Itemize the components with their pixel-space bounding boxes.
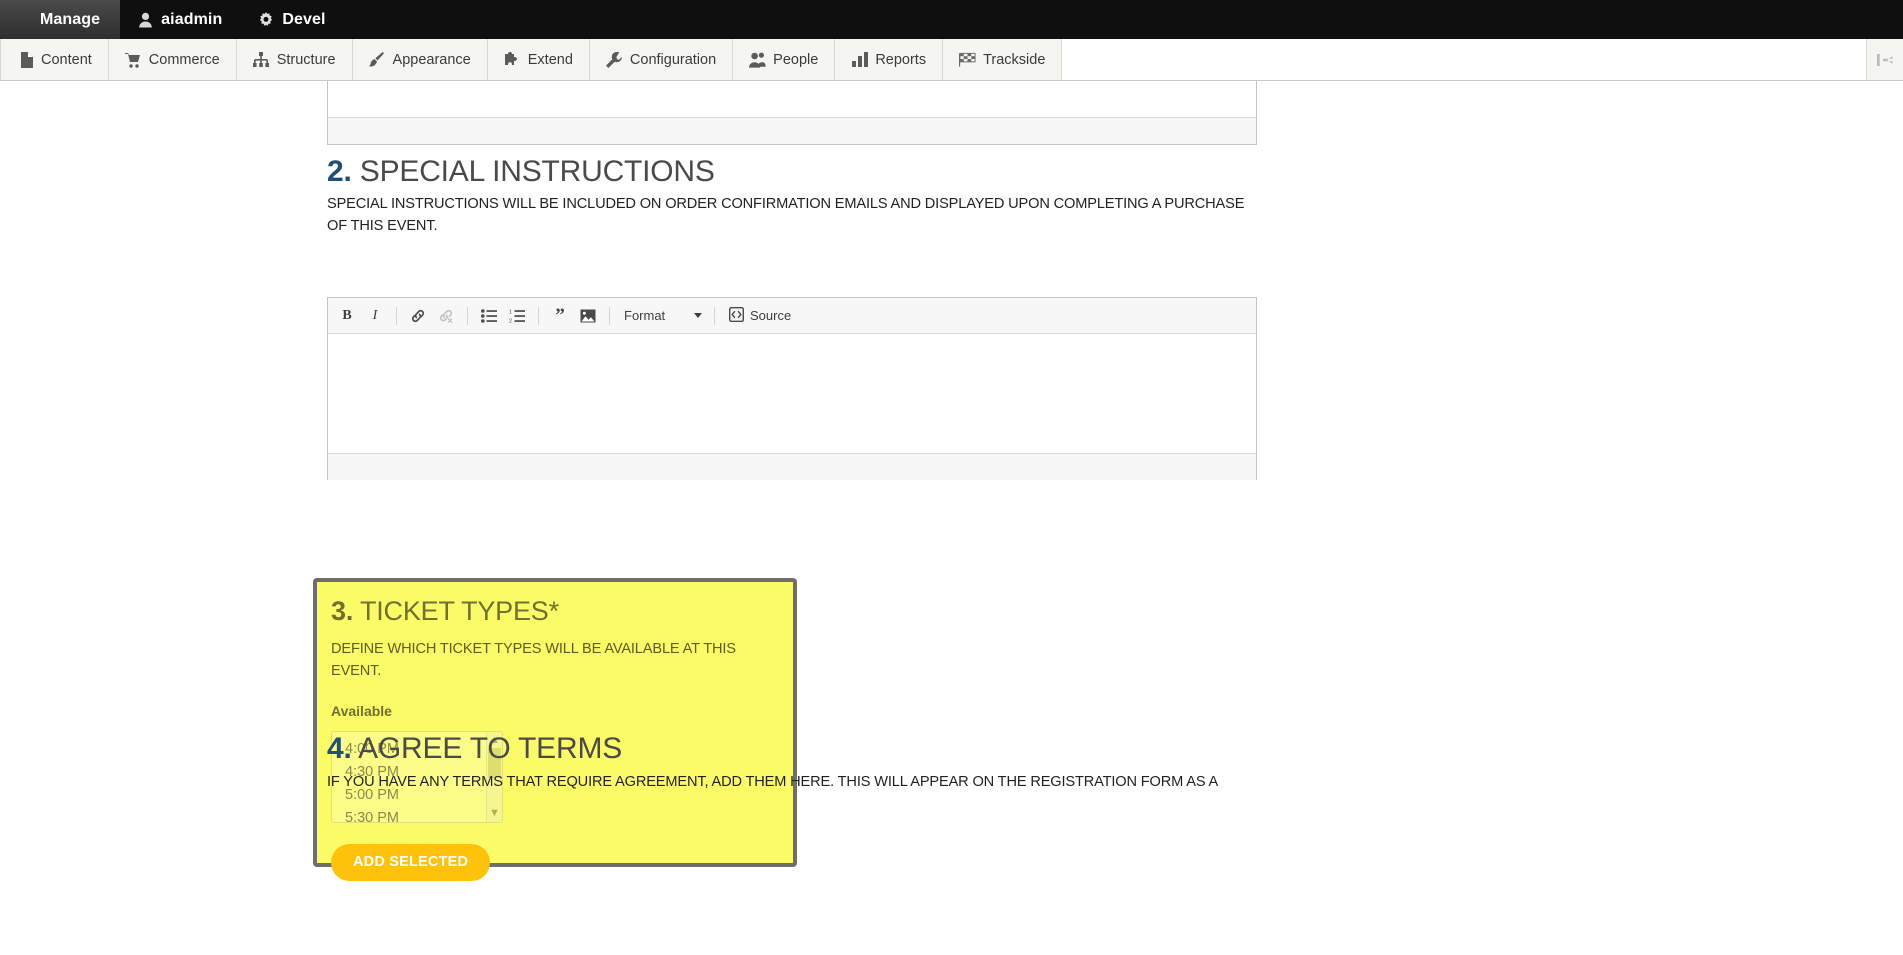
hamburger-icon <box>14 13 32 27</box>
menu-item-people[interactable]: People <box>733 39 836 80</box>
bold-button[interactable]: B <box>334 303 360 329</box>
add-selected-button[interactable]: ADD SELECTED <box>331 844 491 882</box>
section-3-number: 3. <box>331 596 354 626</box>
numbered-list-icon[interactable]: 12 <box>504 303 530 329</box>
toolbar-separator <box>609 306 610 325</box>
menu-item-configuration[interactable]: Configuration <box>589 39 734 80</box>
menu-item-commerce[interactable]: Commerce <box>108 39 237 80</box>
bar-chart-icon <box>851 51 868 68</box>
gear-icon <box>258 11 274 28</box>
toolbar-item-devel[interactable]: Devel <box>240 0 343 39</box>
menu-item-extend-label: Extend <box>527 51 573 68</box>
svg-text:1: 1 <box>509 309 512 315</box>
toolbar-separator <box>714 306 715 325</box>
scroll-down-icon[interactable]: ▼ <box>489 805 500 822</box>
menu-item-extend[interactable]: Extend <box>487 39 590 80</box>
format-dropdown[interactable]: Format <box>618 303 706 329</box>
section-4-title: 4. AGREE TO TERMS <box>327 732 1257 766</box>
section-2-title: 2. SPECIAL INSTRUCTIONS <box>327 155 1257 189</box>
menu-bar-spacer <box>1062 39 1867 80</box>
menu-item-reports[interactable]: Reports <box>835 39 944 80</box>
section-3-description: DEFINE WHICH TICKET TYPES WILL BE AVAILA… <box>331 641 736 680</box>
toolbar-item-aiadmin[interactable]: aiadmin <box>120 0 240 39</box>
source-icon <box>728 306 745 325</box>
chevron-down-icon <box>694 313 702 318</box>
image-icon[interactable] <box>575 303 601 329</box>
menu-item-structure-label: Structure <box>276 51 336 68</box>
available-label: Available <box>331 703 392 720</box>
section-4-number: 4. <box>327 732 352 765</box>
special-instructions-body[interactable] <box>328 334 1256 453</box>
menu-item-reports-label: Reports <box>875 51 927 68</box>
menu-item-content-label: Content <box>41 51 92 68</box>
cart-icon <box>125 51 142 68</box>
menu-item-content[interactable]: Content <box>0 39 109 80</box>
toolbar-separator <box>467 306 468 325</box>
svg-text:2: 2 <box>509 318 512 323</box>
source-button[interactable]: Source <box>723 303 797 329</box>
italic-button[interactable]: I <box>362 303 388 329</box>
section-4-title-text: AGREE TO TERMS <box>358 732 623 765</box>
unlink-icon[interactable] <box>433 303 459 329</box>
blockquote-icon[interactable]: ” <box>547 303 573 329</box>
ticket-types-section[interactable]: 3. TICKET TYPES* DEFINE WHICH TICKET TYP… <box>313 578 797 882</box>
section-2-description: SPECIAL INSTRUCTIONS WILL BE INCLUDED ON… <box>327 196 1245 235</box>
section-2-title-text: SPECIAL INSTRUCTIONS <box>359 155 715 188</box>
user-icon <box>138 12 153 28</box>
menu-item-people-label: People <box>773 51 819 68</box>
link-icon[interactable] <box>405 303 431 329</box>
menu-item-structure[interactable]: Structure <box>236 39 353 80</box>
admin-menu-bar: Content Commerce Structure Appearance Ex… <box>0 39 1903 81</box>
menu-item-trackside[interactable]: Trackside <box>943 39 1063 80</box>
people-icon <box>749 51 766 68</box>
toolbar-item-manage[interactable]: Manage <box>0 0 121 39</box>
page-content: 2. SPECIAL INSTRUCTIONS SPECIAL INSTRUCT… <box>0 81 1903 955</box>
menu-item-commerce-label: Commerce <box>148 51 220 68</box>
section-3-title-text: TICKET TYPES* <box>359 596 559 626</box>
editor-section-1-statusbar <box>328 117 1256 144</box>
checkered-flag-icon <box>959 51 976 68</box>
special-instructions-editor[interactable]: B I 12 ” Format Source <box>327 297 1257 480</box>
bulleted-list-icon[interactable] <box>476 303 502 329</box>
document-icon <box>17 51 34 68</box>
admin-toolbar: Manage aiadmin Devel <box>0 0 1903 39</box>
format-dropdown-label: Format <box>624 308 666 323</box>
menu-item-appearance-label: Appearance <box>392 51 471 68</box>
toolbar-item-devel-label: Devel <box>282 10 326 28</box>
collapse-sidebar-icon[interactable] <box>1867 39 1903 80</box>
toolbar-separator <box>538 306 539 325</box>
section-3-title: 3. TICKET TYPES* <box>331 596 779 627</box>
menu-item-trackside-label: Trackside <box>983 51 1046 68</box>
toolbar-item-aiadmin-label: aiadmin <box>161 10 223 28</box>
toolbar-separator <box>396 306 397 325</box>
wrench-icon <box>606 51 623 68</box>
puzzle-icon <box>504 51 521 68</box>
paintbrush-icon <box>369 51 386 68</box>
section-4-description: IF YOU HAVE ANY TERMS THAT REQUIRE AGREE… <box>327 774 1219 790</box>
editor-section-1[interactable] <box>327 81 1257 145</box>
section-2-number: 2. <box>327 155 352 188</box>
special-instructions-statusbar <box>328 453 1256 480</box>
editor-toolbar: B I 12 ” Format Source <box>328 298 1256 334</box>
menu-item-appearance[interactable]: Appearance <box>352 39 488 80</box>
list-item[interactable]: 5:30 PM <box>345 807 502 822</box>
toolbar-item-manage-label: Manage <box>40 10 101 28</box>
source-button-label: Source <box>750 308 792 323</box>
structure-icon <box>253 51 270 68</box>
editor-section-1-body[interactable] <box>328 81 1256 117</box>
menu-item-configuration-label: Configuration <box>629 51 717 68</box>
